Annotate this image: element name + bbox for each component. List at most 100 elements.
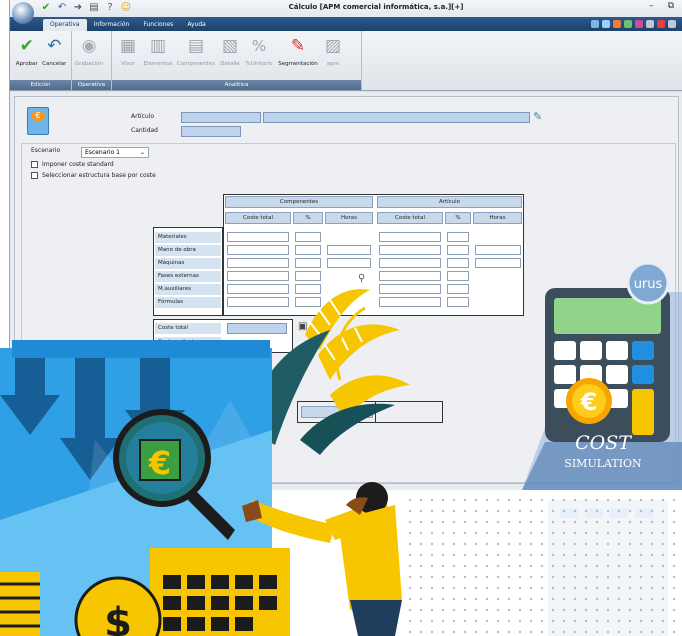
pattern-dot [430,564,434,568]
imponer-checkbox[interactable] [31,161,38,168]
cell-art-horas-2[interactable] [475,258,521,268]
settings-icon[interactable] [591,20,599,28]
pattern-dot [595,509,599,513]
pattern-dot [595,542,599,546]
cell-comp-coste-1[interactable] [227,245,289,255]
escenario-select[interactable]: Escenario 1 ⌄ [81,147,149,158]
cell-art-horas-1[interactable] [475,245,521,255]
pattern-dot [463,619,467,623]
cantidad-label: Cantidad [131,127,158,134]
cell-comp-horas-1[interactable] [327,245,371,255]
pattern-dot [617,586,621,590]
person-graphic [242,482,402,636]
print-icon[interactable]: ▣ [298,321,307,332]
cell-comp-pct-5[interactable] [295,297,321,307]
color-icon[interactable] [613,20,621,28]
search-article-icon[interactable]: ✎ [533,110,542,123]
pattern-dot [617,575,621,579]
cell-comp-coste-3[interactable] [227,271,289,281]
pattern-dot [474,608,478,612]
cell-comp-coste-0[interactable] [227,232,289,242]
pattern-dot [441,597,445,601]
cell-art-coste-5[interactable] [379,297,441,307]
app-orb-icon[interactable] [12,2,34,24]
pattern-dot [518,498,522,502]
cell-art-coste-2[interactable] [379,258,441,268]
faded-reflection [548,500,668,636]
pattern-dot [463,630,467,634]
minimize-button[interactable]: – [649,1,654,11]
calculo-fijo-button[interactable]: ación fijo [301,406,373,418]
pattern-dot [419,531,423,535]
pattern-dot [639,553,643,557]
user-icon[interactable] [635,20,643,28]
pattern-dot [529,619,533,623]
pattern-dot [452,619,456,623]
pattern-dot [617,564,621,568]
close-app-icon[interactable] [657,20,665,28]
tab-ayuda[interactable]: Ayuda [180,19,213,31]
articulo-label: Artículo [131,113,155,120]
tab-operativa[interactable]: Operativa [43,19,87,31]
pattern-dot [617,498,621,502]
pattern-dot [562,531,566,535]
pattern-dot [474,498,478,502]
cell-comp-pct-3[interactable] [295,271,321,281]
cell-art-pct-1[interactable] [447,245,469,255]
articulo-description-field[interactable] [263,112,530,123]
cell-art-pct-5[interactable] [447,297,469,307]
info-icon[interactable] [668,20,676,28]
gear-icon[interactable] [602,20,610,28]
cell-comp-coste-4[interactable] [227,284,289,294]
seleccionar-checkbox[interactable] [31,172,38,179]
cell-art-pct-0[interactable] [447,232,469,242]
group-label-operativa: Operativa [72,80,111,90]
cell-comp-coste-2[interactable] [227,258,289,268]
pattern-dot [650,630,654,634]
cell-comp-coste-5[interactable] [227,297,289,307]
pattern-dot [452,586,456,590]
pattern-dot [650,542,654,546]
globe-icon[interactable] [624,20,632,28]
cell-comp-pct-4[interactable] [295,284,321,294]
cell-art-pct-3[interactable] [447,271,469,281]
title-bar: ✔ ↶ ➜ ▤ ? ☺ Cálculo [APM comercial infor… [10,0,682,17]
pattern-dot [441,575,445,579]
col-art-percent: % [445,212,471,224]
pattern-dot [606,630,610,634]
cell-comp-pct-0[interactable] [295,232,321,242]
cell-art-coste-4[interactable] [379,284,441,294]
magnifier-icon[interactable]: ⚲ [358,273,365,284]
tab-informacion[interactable]: Información [87,19,137,31]
pattern-dot [419,630,423,634]
pattern-dot [463,575,467,579]
pattern-dot [408,575,412,579]
chevron-down-icon: ⌄ [139,149,145,156]
cell-art-coste-0[interactable] [379,232,441,242]
pattern-dot [419,498,423,502]
cell-art-coste-1[interactable] [379,245,441,255]
restore-button[interactable]: ⧉ [668,1,674,11]
pattern-dot [584,509,588,513]
coste-total-field[interactable] [227,323,287,334]
cell-art-coste-3[interactable] [379,271,441,281]
pattern-dot [441,509,445,513]
cell-comp-pct-2[interactable] [295,258,321,268]
tab-funciones[interactable]: Funciones [136,19,180,31]
pattern-dot [639,608,643,612]
cell-art-pct-2[interactable] [447,258,469,268]
pattern-dot [485,531,489,535]
articulo-code-field[interactable] [181,112,261,123]
pattern-dot [518,520,522,524]
pattern-dot [573,553,577,557]
pattern-dot [628,586,632,590]
pattern-dot [595,608,599,612]
pattern-dot [639,575,643,579]
cell-comp-pct-1[interactable] [295,245,321,255]
cantidad-field[interactable] [181,126,241,137]
pattern-dot [661,531,665,535]
cell-comp-horas-2[interactable] [327,258,371,268]
cell-art-pct-4[interactable] [447,284,469,294]
window-icon[interactable] [646,20,654,28]
pattern-dot [496,509,500,513]
